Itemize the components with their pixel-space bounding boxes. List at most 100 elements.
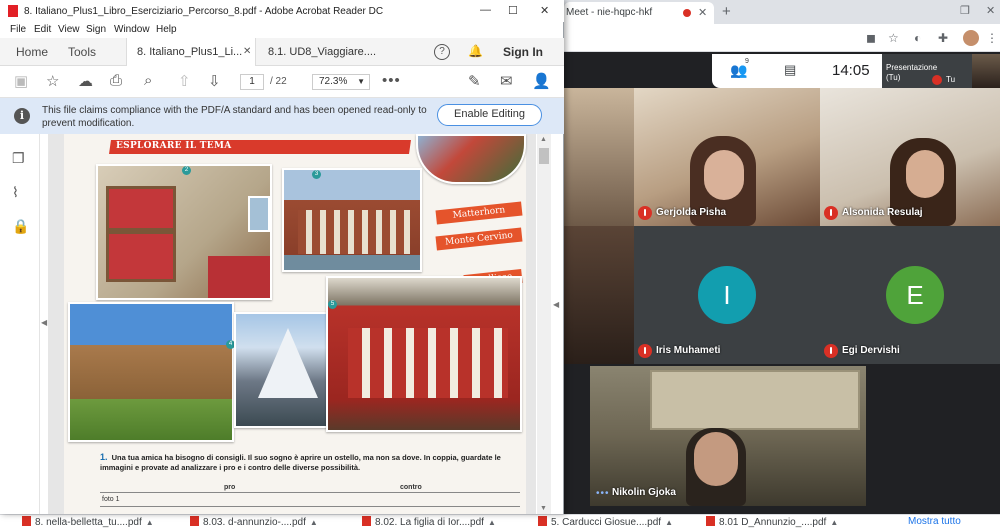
save-icon[interactable]: ▣ xyxy=(14,72,28,90)
close-window-icon[interactable]: ✕ xyxy=(986,4,995,17)
download-item[interactable]: 8.01 D_Annunzio_....pdf ▲ xyxy=(706,516,838,528)
meet-tab[interactable]: Meet - nie-hqpc-hkf ✕ xyxy=(564,2,714,24)
star-icon[interactable]: ☆ xyxy=(888,31,899,45)
document-tab-label: 8. Italiano_Plus1_Li... xyxy=(137,46,243,58)
email-icon[interactable]: ✉ xyxy=(500,72,513,90)
participant-tile-egi[interactable]: E Egi Dervishi xyxy=(820,226,1000,364)
print-icon[interactable]: ⎙ xyxy=(110,72,122,89)
nav-home[interactable]: Home xyxy=(16,45,48,59)
photo-number-badge: 2 xyxy=(182,166,191,175)
table-divider xyxy=(100,492,520,493)
menu-dots-icon[interactable]: ⋮ xyxy=(986,31,998,45)
scrollbar-thumb[interactable] xyxy=(539,148,549,164)
zoom-value: 72.3% xyxy=(319,76,348,87)
document-scrollbar[interactable]: ▲ ▼ xyxy=(537,134,551,514)
menu-file[interactable]: File xyxy=(10,24,26,35)
chevron-up-icon[interactable]: ▲ xyxy=(488,518,496,527)
participant-tile-nikolin[interactable]: ••• Nikolin Gjoka xyxy=(590,366,866,506)
download-item[interactable]: 8.03. d-annunzio-....pdf ▲ xyxy=(190,516,318,528)
tag-monte-cervino: Monte Cervino xyxy=(435,227,523,251)
download-item[interactable]: 5. Carducci Giosue....pdf ▲ xyxy=(538,516,673,528)
download-item[interactable]: 8.02. La figlia di Ior....pdf ▲ xyxy=(362,516,496,528)
participant-name: Egi Dervishi xyxy=(842,345,900,356)
chevron-up-icon[interactable]: ▲ xyxy=(310,518,318,527)
sign-pen-icon[interactable]: ✎ xyxy=(468,72,481,90)
nav-tools[interactable]: Tools xyxy=(68,45,96,59)
extension-circle-icon[interactable]: ◐ xyxy=(914,31,921,45)
minimize-icon[interactable]: — xyxy=(480,4,491,16)
close-tab-icon[interactable]: ✕ xyxy=(698,6,707,19)
mic-off-icon xyxy=(824,344,838,358)
new-tab-button[interactable]: + xyxy=(722,3,731,20)
document-tab[interactable]: 8.1. UD8_Viaggiare.... xyxy=(256,38,386,66)
attachments-paperclip-icon[interactable]: ⌇ xyxy=(12,184,19,201)
mic-off-icon xyxy=(638,206,652,220)
chevron-up-icon[interactable]: ▲ xyxy=(146,518,154,527)
exercise-text: Una tua amica ha bisogno di consigli. Il… xyxy=(100,453,501,472)
camera-icon[interactable]: ◼ xyxy=(866,31,876,45)
restore-icon[interactable]: ❐ xyxy=(960,4,970,17)
menu-view[interactable]: View xyxy=(58,24,80,35)
zoom-select[interactable]: 72.3% ▼ xyxy=(312,74,370,90)
participant-tile-alsonida[interactable]: Alsonida Resulaj xyxy=(820,88,1000,226)
puzzle-icon[interactable]: ✚ xyxy=(938,31,948,45)
pdf-file-icon xyxy=(362,516,371,526)
collapse-right-icon[interactable]: ◀ xyxy=(553,300,559,309)
pdf-page: ESPLORARE IL TEMA 2 3 Matterhorn Monte C… xyxy=(64,134,526,514)
acrobat-title-bar: 8. Italiano_Plus1_Libro_Eserciziario_Per… xyxy=(0,0,564,22)
zoom-search-icon[interactable]: ⌕ xyxy=(144,72,152,89)
participant-tile-gerjolda[interactable]: Gerjolda Pisha xyxy=(634,88,820,226)
presenting-tile[interactable]: Presentazione (Tu) Tu xyxy=(882,54,1000,88)
document-view[interactable]: ESPLORARE IL TEMA 2 3 Matterhorn Monte C… xyxy=(48,134,536,514)
document-tab-label: 8.1. UD8_Viaggiare.... xyxy=(268,46,377,58)
menu-bar: File Edit View Sign Window Help xyxy=(0,22,564,38)
profile-avatar[interactable] xyxy=(963,30,979,46)
scroll-up-icon[interactable]: ▲ xyxy=(540,136,547,143)
add-user-icon[interactable]: 👤 xyxy=(532,72,551,90)
scroll-down-icon[interactable]: ▼ xyxy=(540,505,547,512)
self-video xyxy=(972,54,1000,88)
enable-editing-button[interactable]: Enable Editing xyxy=(437,104,542,126)
close-tab-icon[interactable]: ✕ xyxy=(243,46,251,57)
upload-cloud-icon[interactable]: ☁ xyxy=(78,72,93,90)
meet-tab-title: Meet - nie-hqpc-hkf xyxy=(566,7,653,18)
menu-window[interactable]: Window xyxy=(114,24,150,35)
page-up-icon[interactable]: ⇧ xyxy=(178,72,191,90)
pdf-file-icon xyxy=(190,516,199,526)
lock-document-icon[interactable]: 🔒 xyxy=(12,218,29,235)
document-tab-active[interactable]: 8. Italiano_Plus1_Li... ✕ xyxy=(126,38,256,66)
maximize-icon[interactable]: ☐ xyxy=(508,4,518,17)
recording-dot-icon xyxy=(683,9,691,17)
chat-icon[interactable]: ▤ xyxy=(784,62,796,78)
table-header-contro: contro xyxy=(400,484,422,491)
meet-clock: 14:05 xyxy=(832,62,870,79)
collapse-left-icon[interactable]: ◀ xyxy=(41,318,47,327)
menu-edit[interactable]: Edit xyxy=(34,24,51,35)
mic-off-icon xyxy=(932,75,942,85)
building-windows xyxy=(298,210,410,254)
participant-name: Nikolin Gjoka xyxy=(612,487,676,498)
pages-thumbnails-icon[interactable]: ❐ xyxy=(12,150,25,167)
chevron-up-icon[interactable]: ▲ xyxy=(665,518,673,527)
self-label: Tu xyxy=(946,75,956,84)
page-down-icon[interactable]: ⇩ xyxy=(208,72,221,90)
bookmark-star-icon[interactable]: ☆ xyxy=(46,72,59,90)
close-icon[interactable]: ✕ xyxy=(540,4,549,17)
participant-tile-partial-2 xyxy=(564,226,634,364)
downloads-bar: 8. nella-belletta_tu....pdf ▲ 8.03. d-ann… xyxy=(0,514,1000,528)
chevron-up-icon[interactable]: ▲ xyxy=(830,518,838,527)
menu-help[interactable]: Help xyxy=(156,24,177,35)
menu-sign[interactable]: Sign xyxy=(86,24,106,35)
participant-name: Iris Muhameti xyxy=(656,345,721,356)
bell-icon[interactable]: 🔔 xyxy=(468,44,483,58)
page-number-input[interactable]: 1 xyxy=(240,74,264,90)
show-all-downloads-link[interactable]: Mostra tutto xyxy=(908,516,961,527)
participant-tile-iris[interactable]: I Iris Muhameti xyxy=(634,226,820,364)
photo-matterhorn xyxy=(234,312,336,428)
mic-off-icon xyxy=(824,206,838,220)
help-icon[interactable]: ? xyxy=(434,44,450,60)
download-item[interactable]: 8. nella-belletta_tu....pdf ▲ xyxy=(22,516,154,528)
sign-in-button[interactable]: Sign In xyxy=(503,45,543,59)
more-tools-icon[interactable]: ••• xyxy=(382,72,401,89)
bunk-rail xyxy=(106,228,176,234)
